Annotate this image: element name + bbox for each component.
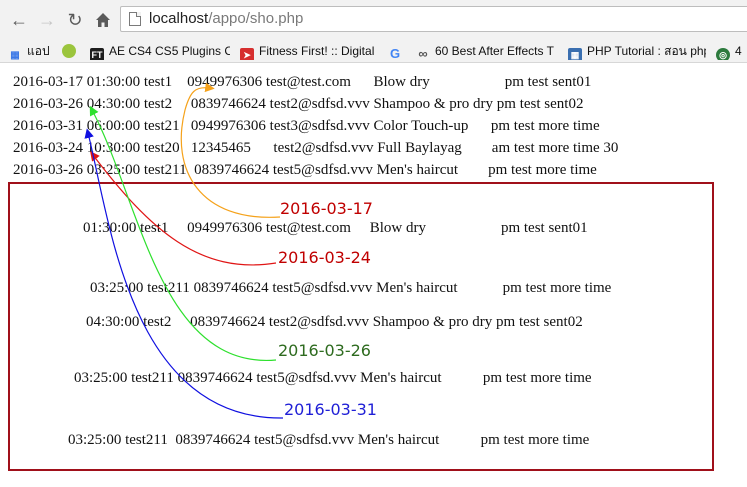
arrow-orange xyxy=(180,82,281,218)
annotation-arrows xyxy=(84,82,284,419)
arrow-blue xyxy=(84,128,284,419)
arrow-green xyxy=(89,105,277,361)
arrow-red xyxy=(90,151,277,266)
